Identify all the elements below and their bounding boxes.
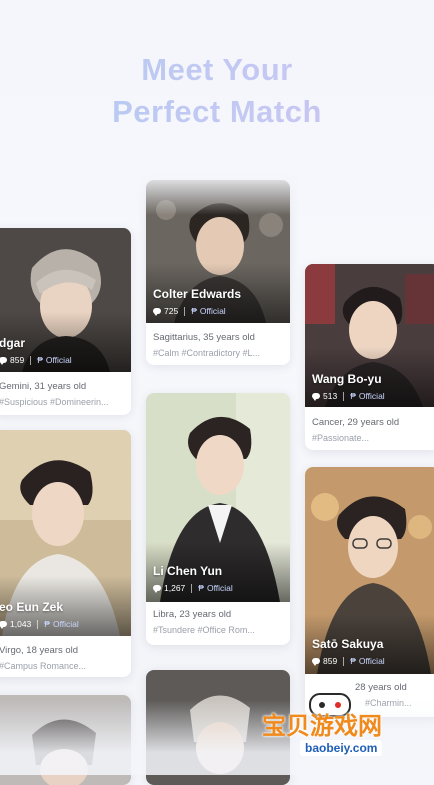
chat-count: 859 xyxy=(10,355,25,365)
character-stats: 1,043 ₱ Official xyxy=(0,619,79,629)
headline-line-1: Meet Your xyxy=(0,52,434,88)
character-stats: 859 ₱ Official xyxy=(0,355,72,365)
chat-bubble-icon xyxy=(312,658,320,666)
official-badge-icon: ₱ xyxy=(44,619,50,629)
chat-bubble-icon xyxy=(153,585,161,593)
character-meta: Libra, 23 years old xyxy=(153,609,232,620)
character-tags: #Calm #Contradictory #L... xyxy=(153,348,261,358)
official-label: Official xyxy=(358,656,385,666)
chat-count: 1,267 xyxy=(164,583,186,593)
character-tags: #Passionate... xyxy=(312,433,370,443)
character-name: Li Chen Yun xyxy=(153,564,223,578)
chat-count: 513 xyxy=(323,391,338,401)
character-card-seo-eun-zek[interactable]: eo Eun Zek 1,043 ₱ Official Virgo, 18 ye… xyxy=(0,430,131,677)
headline-line-2: Perfect Match xyxy=(0,94,434,130)
watermark-text: 宝贝游戏网 xyxy=(262,713,382,740)
official-badge-icon: ₱ xyxy=(37,355,43,365)
chat-bubble-icon xyxy=(312,393,320,401)
character-card-edgar[interactable]: dgar 859 ₱ Official Gemini, 31 years old… xyxy=(0,228,131,415)
character-meta: Gemini, 31 years old xyxy=(0,381,87,392)
character-card-partial-left[interactable] xyxy=(0,695,131,785)
official-label: Official xyxy=(199,306,226,316)
official-badge-icon: ₱ xyxy=(198,583,204,593)
character-tags: #Tsundere #Office Rom... xyxy=(153,625,255,635)
character-tags: #Suspicious #Domineerin... xyxy=(0,397,109,407)
character-card-sato-sakuya[interactable]: Satō Sakuya 859 ₱ Official 28 years old … xyxy=(305,467,434,717)
character-tags: #Campus Romance... xyxy=(0,661,87,671)
character-name: eo Eun Zek xyxy=(0,600,64,614)
official-badge-icon: ₱ xyxy=(191,306,197,316)
character-meta: Virgo, 18 years old xyxy=(0,645,79,656)
character-portrait xyxy=(0,695,131,785)
official-label: Official xyxy=(52,619,79,629)
chat-bubble-icon xyxy=(0,357,7,365)
official-label: Official xyxy=(206,583,233,593)
character-card-li-chen-yun[interactable]: Li Chen Yun 1,267 ₱ Official Libra, 23 y… xyxy=(146,393,290,645)
official-label: Official xyxy=(45,355,72,365)
official-badge-icon: ₱ xyxy=(350,656,356,666)
watermark-url: baobeiy.com xyxy=(300,740,383,756)
character-name: Colter Edwards xyxy=(153,287,242,301)
character-stats: 725 ₱ Official xyxy=(153,306,226,316)
character-stats: 859 ₱ Official xyxy=(312,656,385,666)
character-meta: Sagittarius, 35 years old xyxy=(153,332,255,343)
chat-bubble-icon xyxy=(0,621,7,629)
character-name: Wang Bo-yu xyxy=(312,372,382,386)
character-card-wang-bo-yu[interactable]: Wang Bo-yu 513 ₱ Official Cancer, 29 yea… xyxy=(305,264,434,450)
character-card-colter-edwards[interactable]: Colter Edwards 725 ₱ Official Sagittariu… xyxy=(146,180,290,365)
chat-count: 725 xyxy=(164,306,179,316)
character-name: dgar xyxy=(0,336,26,350)
character-stats: 1,267 ₱ Official xyxy=(153,583,233,593)
character-stats: 513 ₱ Official xyxy=(312,391,385,401)
official-badge-icon: ₱ xyxy=(350,391,356,401)
character-name: Satō Sakuya xyxy=(312,637,384,651)
official-label: Official xyxy=(358,391,385,401)
chat-count: 859 xyxy=(323,656,338,666)
chat-bubble-icon xyxy=(153,308,161,316)
character-meta: Cancer, 29 years old xyxy=(312,417,400,428)
chat-count: 1,043 xyxy=(10,619,32,629)
